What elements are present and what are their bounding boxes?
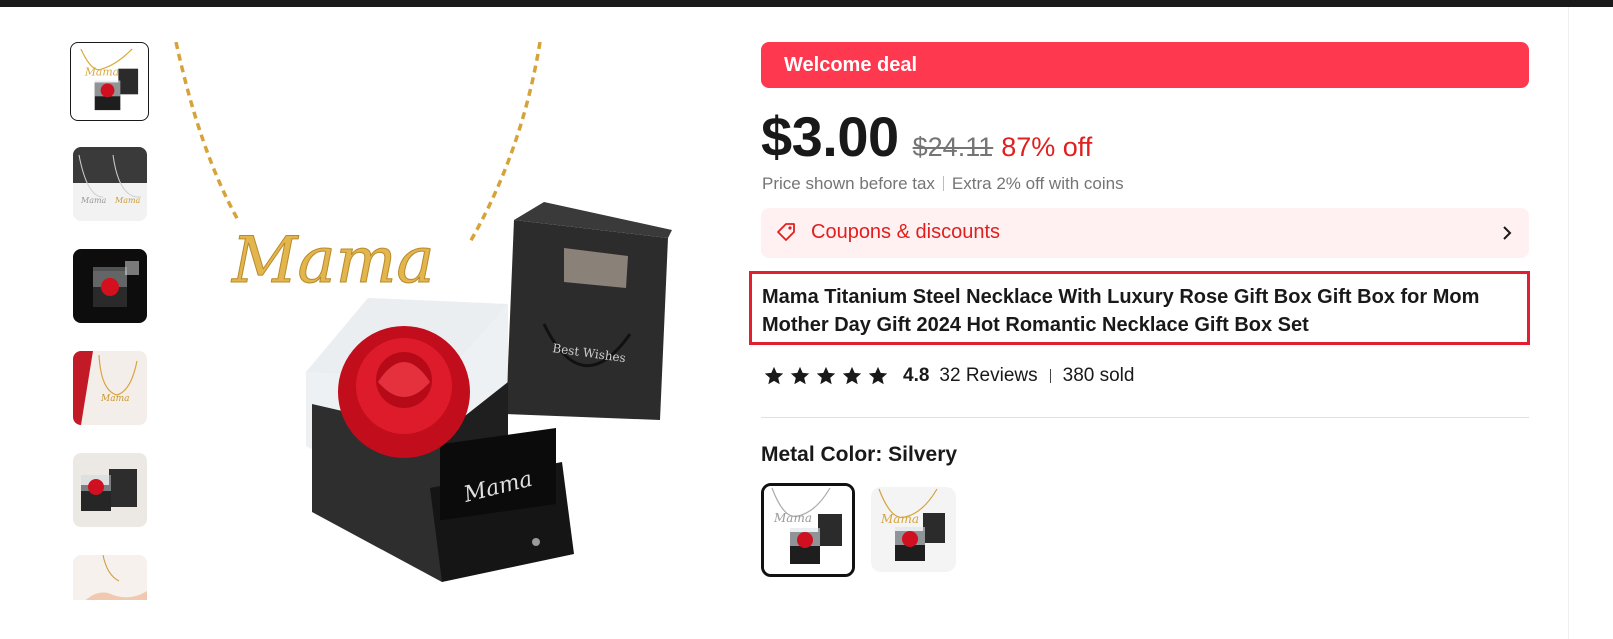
tag-icon [777, 223, 795, 241]
thumbnail-rose-box-and-bag[interactable] [73, 453, 147, 527]
svg-text:Mama: Mama [84, 66, 119, 79]
coupons-discounts-button[interactable]: Coupons & discounts [761, 208, 1529, 258]
rating-row: 4.8 32 Reviews 380 sold [763, 361, 1134, 391]
discount-percent: 87% off [1001, 132, 1093, 162]
reviews-link[interactable]: 32 Reviews [939, 365, 1037, 387]
rating-value: 4.8 [903, 365, 930, 386]
chevron-right-icon [1503, 226, 1512, 240]
svg-text:Mama: Mama [100, 394, 129, 404]
svg-text:Mama: Mama [880, 512, 919, 526]
divider [761, 417, 1529, 418]
thumbnail-gold-necklace-on-box[interactable]: Mama [73, 351, 147, 425]
tax-note-row: Price shown before tax Extra 2% off with … [762, 174, 1124, 194]
current-price: $3.00 [761, 105, 899, 168]
star-rating [763, 365, 889, 387]
product-title: Mama Titanium Steel Necklace With Luxury… [762, 286, 1480, 336]
thumbnail-gift-box-with-necklace[interactable]: Mama [70, 42, 149, 121]
star-icon [764, 366, 784, 385]
thumbnail-silver-and-gold-necklaces[interactable]: Mama Mama [73, 147, 147, 221]
svg-text:Mama: Mama [114, 196, 141, 205]
sold-count: 380 sold [1062, 365, 1135, 386]
star-icon [842, 366, 862, 385]
product-title-highlight: Mama Titanium Steel Necklace With Luxury… [749, 271, 1530, 345]
thumbnail-rose-box-black[interactable] [73, 249, 147, 323]
tax-note: Price shown before tax [762, 174, 935, 193]
coupons-label: Coupons & discounts [811, 221, 1001, 243]
welcome-deal-banner: Welcome deal [761, 42, 1529, 88]
star-icon [868, 366, 888, 385]
thumbnail-necklace-in-hand[interactable] [73, 555, 147, 600]
main-product-image[interactable]: Mama Best Wishes Mama [172, 42, 722, 600]
color-option-silvery[interactable]: Mama [761, 483, 855, 577]
svg-text:Mama: Mama [773, 511, 812, 525]
star-icon [816, 366, 836, 385]
coins-note: Extra 2% off with coins [951, 174, 1124, 193]
page-scrollbar[interactable] [1568, 7, 1613, 639]
color-option-gold[interactable]: Mama [871, 487, 956, 572]
price-row: $3.00 $24.11 87% off [761, 104, 1092, 174]
variant-label: Metal Color: Silvery [761, 443, 958, 466]
svg-text:Mama: Mama [231, 224, 435, 298]
star-icon [790, 366, 810, 385]
browser-top-bar [0, 0, 1613, 7]
thumbnail-strip: Mama Mama Mama Mama [70, 42, 150, 600]
original-price: $24.11 [912, 132, 994, 162]
svg-text:Mama: Mama [80, 196, 107, 205]
